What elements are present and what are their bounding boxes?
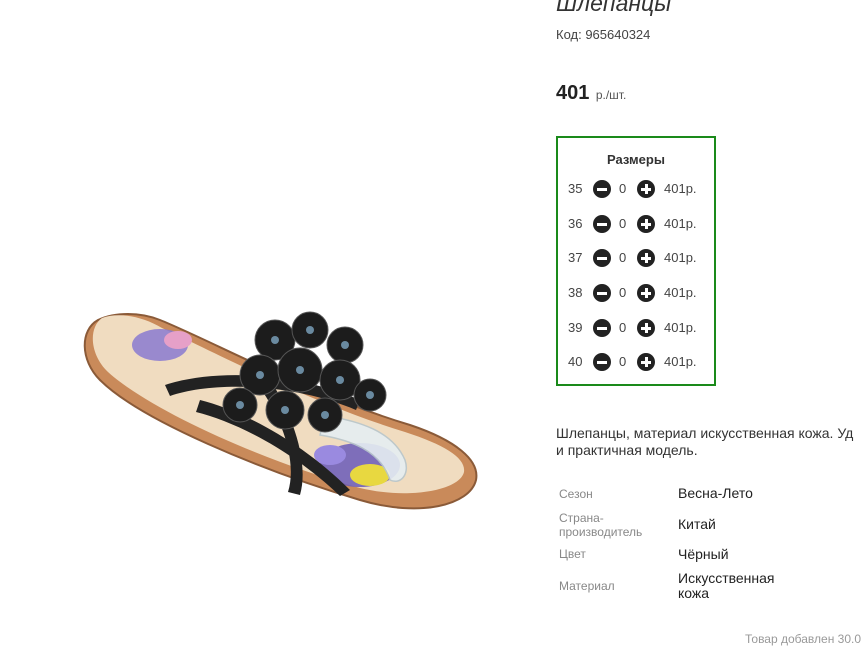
sizes-panel: Размеры 35 0 401р. 36 0 401р. 37 0 401р.…: [556, 136, 716, 386]
property-value: Искусственная кожа: [678, 571, 775, 601]
plus-circle-icon[interactable]: [637, 249, 655, 267]
minus-circle-icon[interactable]: [593, 180, 611, 198]
property-label: Материал: [559, 579, 615, 593]
property-label-line: производитель: [559, 525, 643, 539]
size-quantity: 0: [619, 320, 627, 335]
property-label: Сезон: [559, 487, 593, 501]
size-row: 37 0 401р.: [558, 248, 714, 268]
sizes-title: Размеры: [607, 152, 665, 167]
property-label: Страна- производитель: [559, 511, 642, 539]
property-value: Китай: [678, 516, 716, 532]
product-image: [83, 311, 478, 510]
size-price: 401р.: [664, 320, 697, 335]
plus-circle-icon[interactable]: [637, 215, 655, 233]
size-label: 38: [568, 285, 583, 300]
size-quantity: 0: [619, 354, 627, 369]
plus-circle-icon[interactable]: [637, 284, 655, 302]
plus-circle-icon[interactable]: [637, 353, 655, 371]
minus-circle-icon[interactable]: [593, 284, 611, 302]
size-quantity: 0: [619, 285, 627, 300]
size-label: 35: [568, 181, 583, 196]
size-label: 37: [568, 250, 583, 265]
size-row: 36 0 401р.: [558, 214, 714, 234]
size-quantity: 0: [619, 181, 627, 196]
size-price: 401р.: [664, 250, 697, 265]
size-row: 38 0 401р.: [558, 283, 714, 303]
size-label: 36: [568, 216, 583, 231]
size-price: 401р.: [664, 285, 697, 300]
property-value-line: кожа: [678, 585, 710, 601]
size-row: 40 0 401р.: [558, 352, 714, 372]
minus-circle-icon[interactable]: [593, 353, 611, 371]
property-label-line: Страна-: [559, 511, 604, 525]
added-date-note: Товар добавлен 30.0: [745, 632, 861, 646]
product-price: 401 р./шт.: [556, 82, 626, 105]
product-description: Шлепанцы, материал искусственная кожа. У…: [556, 425, 861, 459]
size-row: 35 0 401р.: [558, 179, 714, 199]
size-label: 40: [568, 354, 583, 369]
description-line: Шлепанцы, материал искусственная кожа. У…: [556, 425, 854, 441]
size-price: 401р.: [664, 354, 697, 369]
size-label: 39: [568, 320, 583, 335]
minus-circle-icon[interactable]: [593, 319, 611, 337]
minus-circle-icon[interactable]: [593, 249, 611, 267]
size-price: 401р.: [664, 216, 697, 231]
price-unit: р./шт.: [595, 88, 627, 102]
plus-circle-icon[interactable]: [637, 319, 655, 337]
property-value: Чёрный: [678, 546, 729, 562]
minus-circle-icon[interactable]: [593, 215, 611, 233]
price-amount: 401: [556, 82, 590, 104]
property-label: Цвет: [559, 547, 586, 561]
property-value-line: Искусственная: [678, 570, 775, 586]
property-value: Весна-Лето: [678, 485, 753, 501]
size-quantity: 0: [619, 216, 627, 231]
plus-circle-icon[interactable]: [637, 180, 655, 198]
size-row: 39 0 401р.: [558, 318, 714, 338]
size-price: 401р.: [664, 181, 697, 196]
size-quantity: 0: [619, 250, 627, 265]
product-title: Шлепанцы: [556, 0, 672, 16]
description-line: и практичная модель.: [556, 442, 698, 458]
product-code: Код: 965640324: [556, 27, 651, 42]
